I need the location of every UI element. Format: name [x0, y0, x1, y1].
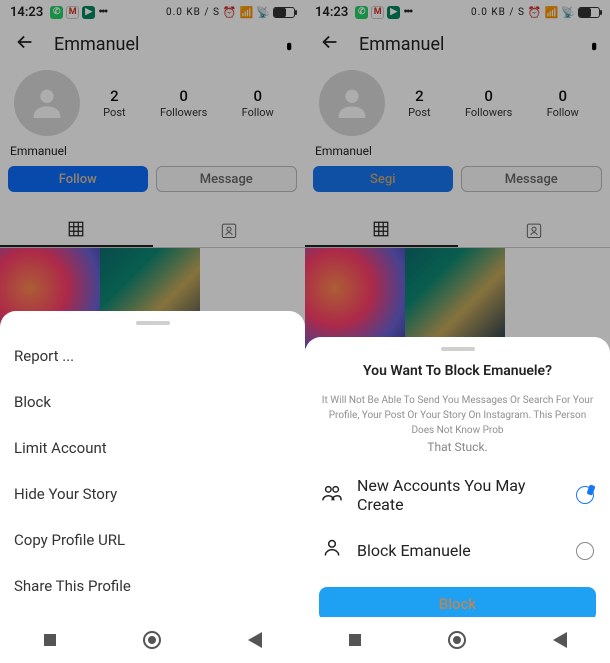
- options-sheet: Report ... Block Limit Account Hide Your…: [0, 311, 305, 617]
- avatar[interactable]: [319, 70, 385, 136]
- recents-button[interactable]: [349, 634, 361, 646]
- menu-copy-url[interactable]: Copy Profile URL: [0, 517, 305, 563]
- stat-following[interactable]: 0 Follow: [547, 87, 579, 119]
- profile-tabs: [0, 212, 305, 248]
- display-name: Emmanuel: [0, 140, 305, 166]
- status-bar: 14:23 ✆ M ▶ ••• 0.0 KB / S ⏰ 📶 📡: [305, 0, 610, 24]
- clock: 14:23: [10, 5, 43, 20]
- post-thumbnail[interactable]: [305, 248, 405, 348]
- menu-hide-story[interactable]: Hide Your Story: [0, 471, 305, 517]
- profile-username: Emmanuel: [54, 34, 268, 55]
- alarm-icon: ⏰: [223, 6, 237, 19]
- block-confirm-button[interactable]: Block: [319, 587, 596, 621]
- block-dialog-description-2: That Stuck.: [311, 440, 604, 464]
- menu-share[interactable]: Share This Profile: [0, 563, 305, 609]
- display-name: Emmanuel: [305, 140, 610, 166]
- menu-report[interactable]: Report ...: [0, 333, 305, 379]
- sheet-grabber[interactable]: [136, 321, 170, 325]
- stat-followers[interactable]: 0 Followers: [465, 87, 512, 119]
- block-option-single[interactable]: Block Emanuele: [311, 526, 604, 575]
- menu-limit[interactable]: Limit Account: [0, 425, 305, 471]
- home-button[interactable]: [448, 631, 466, 649]
- posts-grid: [305, 248, 610, 348]
- profile-tabs: [305, 212, 610, 248]
- stat-posts[interactable]: 2 Post: [408, 87, 430, 119]
- wifi-icon: 📡: [561, 6, 575, 19]
- stat-posts[interactable]: 2 Post: [103, 87, 125, 119]
- people-icon: [321, 484, 343, 507]
- kebab-menu-icon[interactable]: •••: [276, 41, 300, 46]
- profile-row: 2 Post 0 Followers 0 Follow: [0, 64, 305, 140]
- follow-button[interactable]: Follow: [8, 166, 148, 192]
- signal-icon: 📶: [240, 6, 254, 19]
- recents-button[interactable]: [44, 634, 56, 646]
- tab-tagged[interactable]: [153, 212, 306, 247]
- app-header: Emmanuel •••: [305, 24, 610, 64]
- net-speed: 0.0 KB / S: [166, 7, 220, 18]
- alarm-icon: ⏰: [528, 6, 542, 19]
- android-nav-bar: [305, 617, 610, 663]
- back-button[interactable]: [248, 632, 262, 648]
- block-dialog-title: You Want To Block Emanuele?: [311, 359, 604, 389]
- block-dialog-sheet: You Want To Block Emanuele? It Will Not …: [305, 337, 610, 617]
- right-screen: 14:23 ✆ M ▶ ••• 0.0 KB / S ⏰ 📶 📡 Emmanue…: [305, 0, 610, 663]
- status-bar: 14:23 ✆ M ▶ ••• 0.0 KB / S ⏰ 📶 📡: [0, 0, 305, 24]
- message-button[interactable]: Message: [461, 166, 603, 192]
- playstore-icon: ▶: [82, 6, 95, 19]
- kebab-menu-icon[interactable]: •••: [581, 41, 605, 46]
- tab-tagged[interactable]: [458, 212, 610, 247]
- avatar[interactable]: [14, 70, 80, 136]
- menu-block[interactable]: Block: [0, 379, 305, 425]
- tab-grid[interactable]: [305, 212, 458, 247]
- back-icon[interactable]: [319, 31, 341, 57]
- follow-button[interactable]: Segi: [313, 166, 453, 192]
- android-nav-bar: [0, 617, 305, 663]
- stat-followers[interactable]: 0 Followers: [160, 87, 207, 119]
- playstore-icon: ▶: [387, 6, 400, 19]
- block-dialog-description: It Will Not Be Able To Send You Messages…: [311, 389, 604, 440]
- stat-following[interactable]: 0 Follow: [242, 87, 274, 119]
- net-speed: 0.0 KB / S: [471, 7, 525, 18]
- gmail-icon: M: [66, 6, 79, 19]
- more-notifications-icon: •••: [403, 4, 411, 20]
- clock: 14:23: [315, 5, 348, 20]
- battery-icon: [578, 7, 600, 18]
- whatsapp-icon: ✆: [50, 6, 63, 19]
- gmail-icon: M: [371, 6, 384, 19]
- app-header: Emmanuel •••: [0, 24, 305, 64]
- home-button[interactable]: [143, 631, 161, 649]
- profile-username: Emmanuel: [359, 34, 573, 55]
- post-thumbnail[interactable]: [405, 248, 505, 348]
- tab-grid[interactable]: [0, 212, 153, 247]
- signal-icon: 📶: [545, 6, 559, 19]
- block-option-new-accounts[interactable]: New Accounts You May Create: [311, 464, 604, 526]
- message-button[interactable]: Message: [156, 166, 298, 192]
- battery-icon: [273, 7, 295, 18]
- wifi-icon: 📡: [256, 6, 270, 19]
- more-notifications-icon: •••: [98, 4, 106, 20]
- profile-row: 2 Post 0 Followers 0 Follow: [305, 64, 610, 140]
- back-icon[interactable]: [14, 31, 36, 57]
- left-screen: 14:23 ✆ M ▶ ••• 0.0 KB / S ⏰ 📶 📡 Emmanue…: [0, 0, 305, 663]
- back-button[interactable]: [553, 632, 567, 648]
- radio-selected[interactable]: [576, 486, 594, 504]
- radio-unselected[interactable]: [576, 542, 594, 560]
- sheet-grabber[interactable]: [441, 347, 475, 351]
- whatsapp-icon: ✆: [355, 6, 368, 19]
- person-icon: [321, 538, 343, 563]
